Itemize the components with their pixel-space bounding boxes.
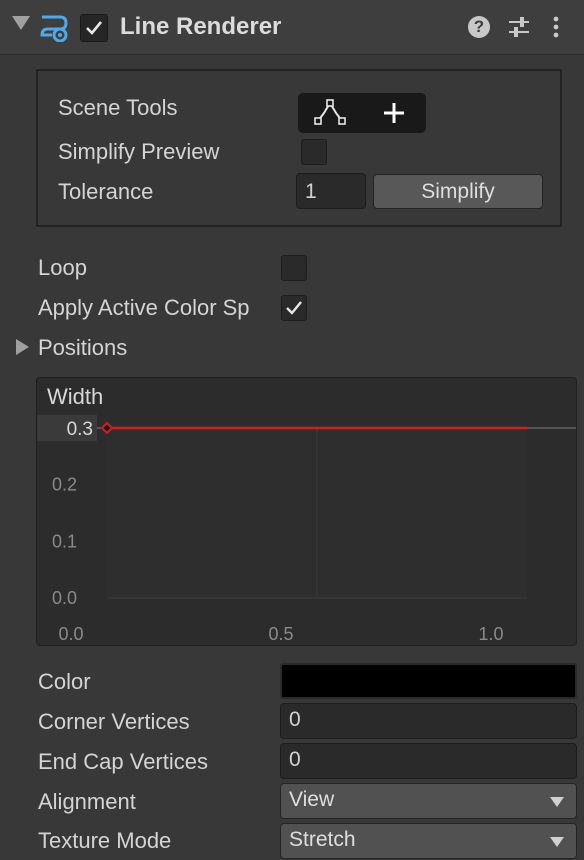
x-tick-label: 0.0 bbox=[58, 624, 83, 644]
width-curve-chart[interactable]: Width 0.0 0.1 0.2 0.0 0.5 1.0 0.3 bbox=[37, 378, 577, 646]
apply-active-color-space-label: Apply Active Color Sp bbox=[38, 295, 250, 320]
component-title: Line Renderer bbox=[120, 13, 282, 40]
positions-label[interactable]: Positions bbox=[38, 335, 127, 361]
key-value-label: 0.3 bbox=[67, 419, 93, 440]
y-tick-label: 0.2 bbox=[52, 475, 77, 495]
loop-label: Loop bbox=[38, 255, 87, 280]
simplify-preview-checkbox[interactable] bbox=[301, 139, 327, 165]
component-enabled-checkbox[interactable] bbox=[80, 14, 108, 42]
corner-vertices-input[interactable]: 0 bbox=[280, 703, 577, 739]
apply-active-color-space-checkbox[interactable] bbox=[281, 295, 307, 321]
x-tick-label: 1.0 bbox=[478, 624, 503, 644]
corner-vertices-label: Corner Vertices bbox=[38, 709, 190, 734]
end-cap-vertices-label: End Cap Vertices bbox=[38, 749, 208, 774]
foldout-arrow-icon[interactable] bbox=[12, 16, 30, 30]
x-tick-label: 0.5 bbox=[268, 624, 293, 644]
loop-checkbox[interactable] bbox=[281, 255, 307, 281]
line-renderer-icon bbox=[38, 12, 72, 43]
end-cap-vertices-input[interactable]: 0 bbox=[280, 743, 577, 779]
help-icon[interactable]: ? bbox=[468, 16, 490, 38]
tolerance-label: Tolerance bbox=[58, 179, 154, 204]
kebab-menu-icon[interactable] bbox=[548, 14, 564, 40]
positions-foldout-icon[interactable] bbox=[16, 339, 29, 355]
y-tick-label: 0.1 bbox=[52, 531, 77, 551]
texture-mode-dropdown[interactable]: Stretch bbox=[280, 823, 577, 859]
color-label: Color bbox=[38, 669, 91, 694]
add-points-icon[interactable] bbox=[380, 99, 408, 127]
texture-mode-value: Stretch bbox=[289, 828, 356, 851]
curve-title: Width bbox=[47, 384, 103, 409]
texture-mode-label: Texture Mode bbox=[38, 828, 172, 853]
edit-points-icon[interactable] bbox=[312, 99, 348, 127]
presets-icon[interactable] bbox=[506, 14, 532, 40]
alignment-value: View bbox=[289, 788, 335, 811]
chevron-down-icon bbox=[550, 797, 564, 807]
color-swatch[interactable] bbox=[280, 663, 577, 699]
alignment-dropdown[interactable]: View bbox=[280, 783, 577, 819]
simplify-button[interactable]: Simplify bbox=[373, 174, 543, 209]
alignment-label: Alignment bbox=[38, 789, 136, 814]
tolerance-input[interactable]: 1 bbox=[296, 173, 366, 209]
chevron-down-icon bbox=[550, 837, 564, 847]
width-curve-panel[interactable]: Width 0.0 0.1 0.2 0.0 0.5 1.0 0.3 bbox=[36, 377, 577, 646]
simplify-preview-label: Simplify Preview bbox=[58, 139, 220, 164]
scene-tools-label: Scene Tools bbox=[58, 95, 178, 120]
y-tick-label: 0.0 bbox=[52, 588, 77, 608]
